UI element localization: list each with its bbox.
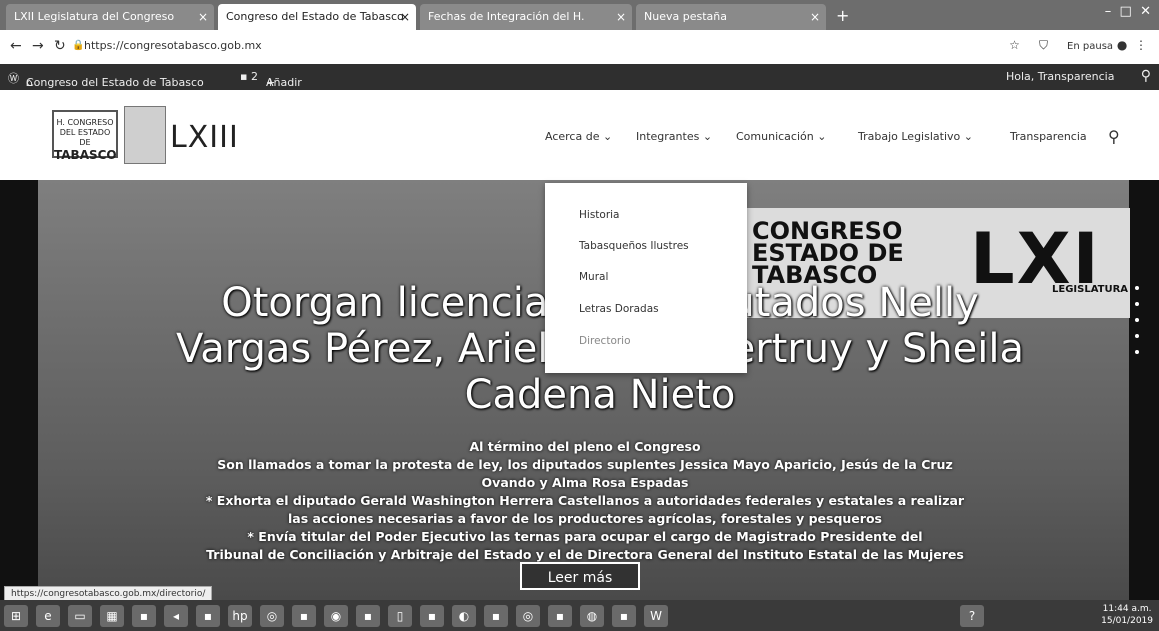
dropdown-item-tabasquenos-ilustres[interactable]: Tabasqueños Ilustres: [579, 240, 689, 252]
taskbar: ⊞ e ▭ ▦ ▪ ◂ ▪ hp ◎ ▪ ◉ ▪ ▯ ▪ ◐ ▪ ◎ ▪ ◍ ▪…: [0, 600, 1159, 631]
app-icon[interactable]: ▪: [612, 605, 636, 627]
app-icon[interactable]: ◎: [516, 605, 540, 627]
media-icon[interactable]: ◂: [164, 605, 188, 627]
dropdown-item-letras-doradas[interactable]: Letras Doradas: [579, 303, 659, 315]
word-icon[interactable]: W: [644, 605, 668, 627]
comments-icon[interactable]: ▪ 2: [240, 70, 258, 83]
browser-tab[interactable]: LXII Legislatura del Congreso ×: [6, 4, 214, 30]
browser-tab-active[interactable]: Congreso del Estado de Tabasco ×: [218, 4, 416, 30]
new-tab-button[interactable]: +: [836, 6, 849, 25]
store-icon[interactable]: ▦: [100, 605, 124, 627]
coat-of-arms-icon: [124, 106, 166, 164]
banner-text: CONGRESO ESTADO DE TABASCO: [752, 217, 904, 289]
app-icon[interactable]: ▯: [388, 605, 412, 627]
menu-item-trabajo-legislativo[interactable]: Trabajo Legislativo ⌄: [858, 130, 973, 143]
explorer-icon[interactable]: ▭: [68, 605, 92, 627]
slide-dot[interactable]: [1135, 286, 1139, 290]
browser-tab[interactable]: Nueva pestaña ×: [636, 4, 826, 30]
browser-tab-bar: LXII Legislatura del Congreso × Congreso…: [0, 0, 1159, 30]
menu-item-transparencia[interactable]: Transparencia: [1010, 130, 1087, 143]
read-more-button[interactable]: Leer más: [520, 562, 640, 590]
account-greeting[interactable]: Hola, Transparencia: [1006, 70, 1114, 83]
search-icon[interactable]: ⚲: [1108, 127, 1120, 146]
tab-title: Nueva pestaña: [644, 10, 727, 23]
ie-icon[interactable]: e: [36, 605, 60, 627]
clock-time: 11:44 a.m.: [1102, 604, 1152, 614]
app-icon[interactable]: ▪: [292, 605, 316, 627]
hp-icon[interactable]: hp: [228, 605, 252, 627]
back-icon[interactable]: ←: [10, 38, 22, 54]
site-header: H. CONGRESO DEL ESTADO DE TABASCO LXIII …: [0, 90, 1159, 180]
star-icon[interactable]: ☆: [1009, 38, 1020, 52]
slide-dot[interactable]: [1135, 318, 1139, 322]
dropdown-item-mural[interactable]: Mural: [579, 271, 608, 283]
congress-logo[interactable]: H. CONGRESO DEL ESTADO DE TABASCO: [52, 110, 118, 162]
reload-icon[interactable]: ↻: [54, 38, 66, 54]
close-tab-icon[interactable]: ×: [400, 4, 410, 30]
close-tab-icon[interactable]: ×: [810, 4, 820, 30]
legislature-label: LXIII: [170, 120, 239, 155]
lock-icon: 🔒: [72, 40, 85, 51]
banner-legislatura-label: LEGISLATURA: [1052, 284, 1129, 295]
close-tab-icon[interactable]: ×: [616, 4, 626, 30]
clock-date: 15/01/2019: [1101, 616, 1153, 626]
pause-label[interactable]: En pausa: [1067, 41, 1113, 52]
search-icon[interactable]: ⚲: [1141, 68, 1151, 84]
address-bar: ← → ↻ 🔒 https://congresotabasco.gob.mx ☆…: [0, 30, 1159, 65]
taskbar-clock[interactable]: 11:44 a.m. 15/01/2019: [1101, 603, 1153, 627]
slide-dot[interactable]: [1135, 302, 1139, 306]
slide-dot[interactable]: [1135, 350, 1139, 354]
hero-summary: Al término del pleno el Congreso Son lla…: [205, 439, 965, 562]
close-tab-icon[interactable]: ×: [198, 4, 208, 30]
shield-icon[interactable]: ⛉: [1039, 38, 1048, 52]
browser-actions: ☆ ⛉ En pausa ● ⋮: [1009, 38, 1147, 53]
forward-icon[interactable]: →: [32, 38, 44, 54]
dropdown-item-historia[interactable]: Historia: [579, 209, 620, 221]
app-icon[interactable]: ▪: [356, 605, 380, 627]
acerca-de-dropdown: Historia Tabasqueños Ilustres Mural Letr…: [545, 183, 747, 373]
app-icon[interactable]: ▪: [548, 605, 572, 627]
start-icon[interactable]: ⊞: [4, 605, 28, 627]
app-icon[interactable]: ◎: [260, 605, 284, 627]
wordpress-icon[interactable]: Ⓦ: [8, 70, 19, 86]
wp-admin-bar: Ⓦ ⌂ Congreso del Estado de Tabasco ▪ 2 +…: [0, 64, 1159, 90]
chrome-icon[interactable]: ◍: [580, 605, 604, 627]
app-icon[interactable]: ◉: [324, 605, 348, 627]
app-icon[interactable]: ▪: [484, 605, 508, 627]
app-icon[interactable]: ◐: [452, 605, 476, 627]
help-icon[interactable]: ?: [960, 605, 984, 627]
menu-item-integrantes[interactable]: Integrantes ⌄: [636, 130, 712, 143]
slider-pagination: [1135, 286, 1139, 366]
slide-dot[interactable]: [1135, 334, 1139, 338]
tab-title: LXII Legislatura del Congreso: [14, 10, 175, 23]
slider-edge: [0, 180, 38, 600]
tab-title: Congreso del Estado de Tabasco: [226, 10, 404, 23]
profile-icon[interactable]: ●: [1117, 38, 1127, 52]
browser-tab[interactable]: Fechas de Integración del H. ×: [420, 4, 632, 30]
slider-edge: [1129, 180, 1159, 600]
url-field[interactable]: https://congresotabasco.gob.mx: [84, 39, 262, 52]
menu-item-comunicacion[interactable]: Comunicación ⌄: [736, 130, 826, 143]
app-icon[interactable]: ▪: [132, 605, 156, 627]
window-controls[interactable]: – □ ✕: [1105, 4, 1151, 19]
dropdown-item-directorio[interactable]: Directorio: [579, 335, 631, 347]
app-icon[interactable]: ▪: [196, 605, 220, 627]
tab-title: Fechas de Integración del H.: [428, 10, 585, 23]
menu-icon[interactable]: ⋮: [1135, 38, 1147, 52]
app-icon[interactable]: ▪: [420, 605, 444, 627]
menu-item-acerca-de[interactable]: Acerca de ⌄: [545, 130, 612, 143]
